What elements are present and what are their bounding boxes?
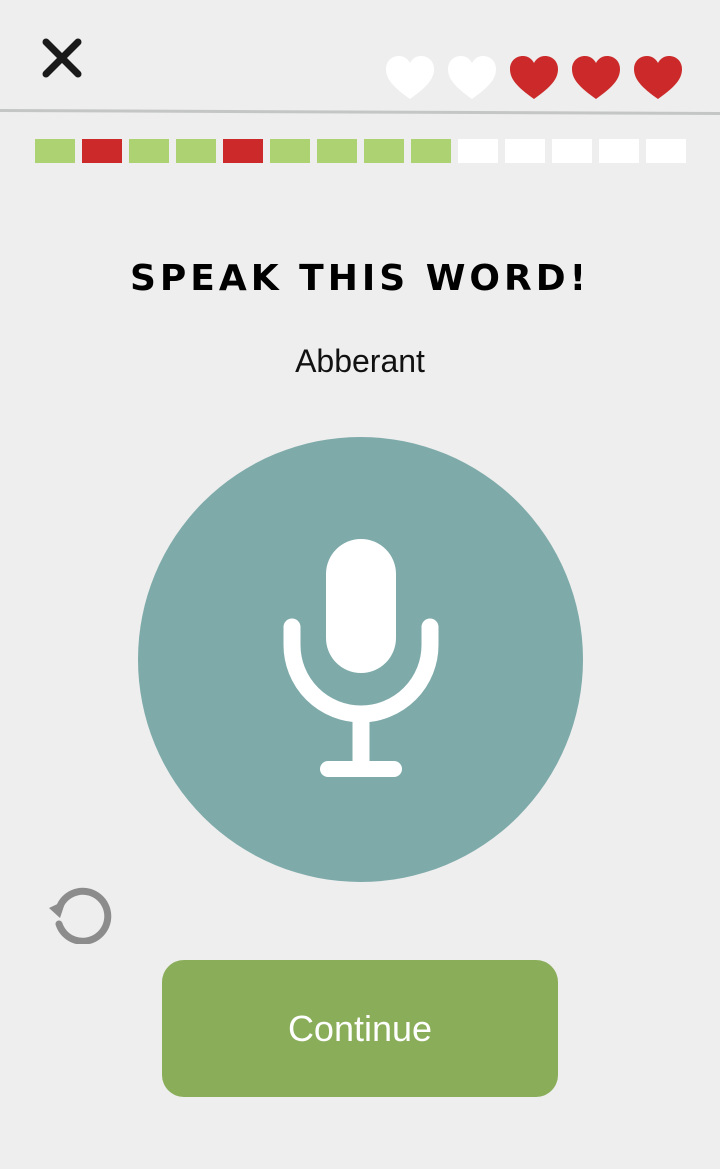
progress-segment-correct (270, 139, 310, 163)
continue-button[interactable]: Continue (162, 960, 558, 1097)
progress-segment-correct (317, 139, 357, 163)
progress-segment-pending (599, 139, 639, 163)
header-divider (0, 109, 720, 116)
heart-empty-icon (386, 56, 434, 99)
record-button[interactable] (138, 437, 583, 882)
heart-full-icon (510, 56, 558, 99)
heart-full-icon (634, 56, 682, 99)
progress-segment-pending (505, 139, 545, 163)
progress-segment-wrong (82, 139, 122, 163)
progress-segment-pending (646, 139, 686, 163)
progress-segment-correct (364, 139, 404, 163)
lives-hearts (383, 53, 685, 103)
retry-button[interactable] (46, 884, 114, 945)
progress-segment-pending (552, 139, 592, 163)
retry-icon (49, 887, 112, 945)
heart-full-icon (572, 56, 620, 99)
page-title: SPEAK THIS WORD! (129, 258, 591, 299)
progress-segment-correct (176, 139, 216, 163)
target-word: Abberant (295, 343, 425, 379)
progress-segment-correct (129, 139, 169, 163)
progress-segment-correct (411, 139, 451, 163)
close-icon (42, 38, 82, 78)
microphone-icon (283, 538, 438, 777)
progress-segment-wrong (223, 139, 263, 163)
speak-word-screen: SPEAK THIS WORD! Abberant Continue (0, 0, 720, 1169)
progress-segment-pending (458, 139, 498, 163)
progress-segment-correct (35, 139, 75, 163)
lesson-progress-bar (35, 139, 686, 163)
close-button[interactable] (38, 36, 86, 80)
heart-empty-icon (448, 56, 496, 99)
